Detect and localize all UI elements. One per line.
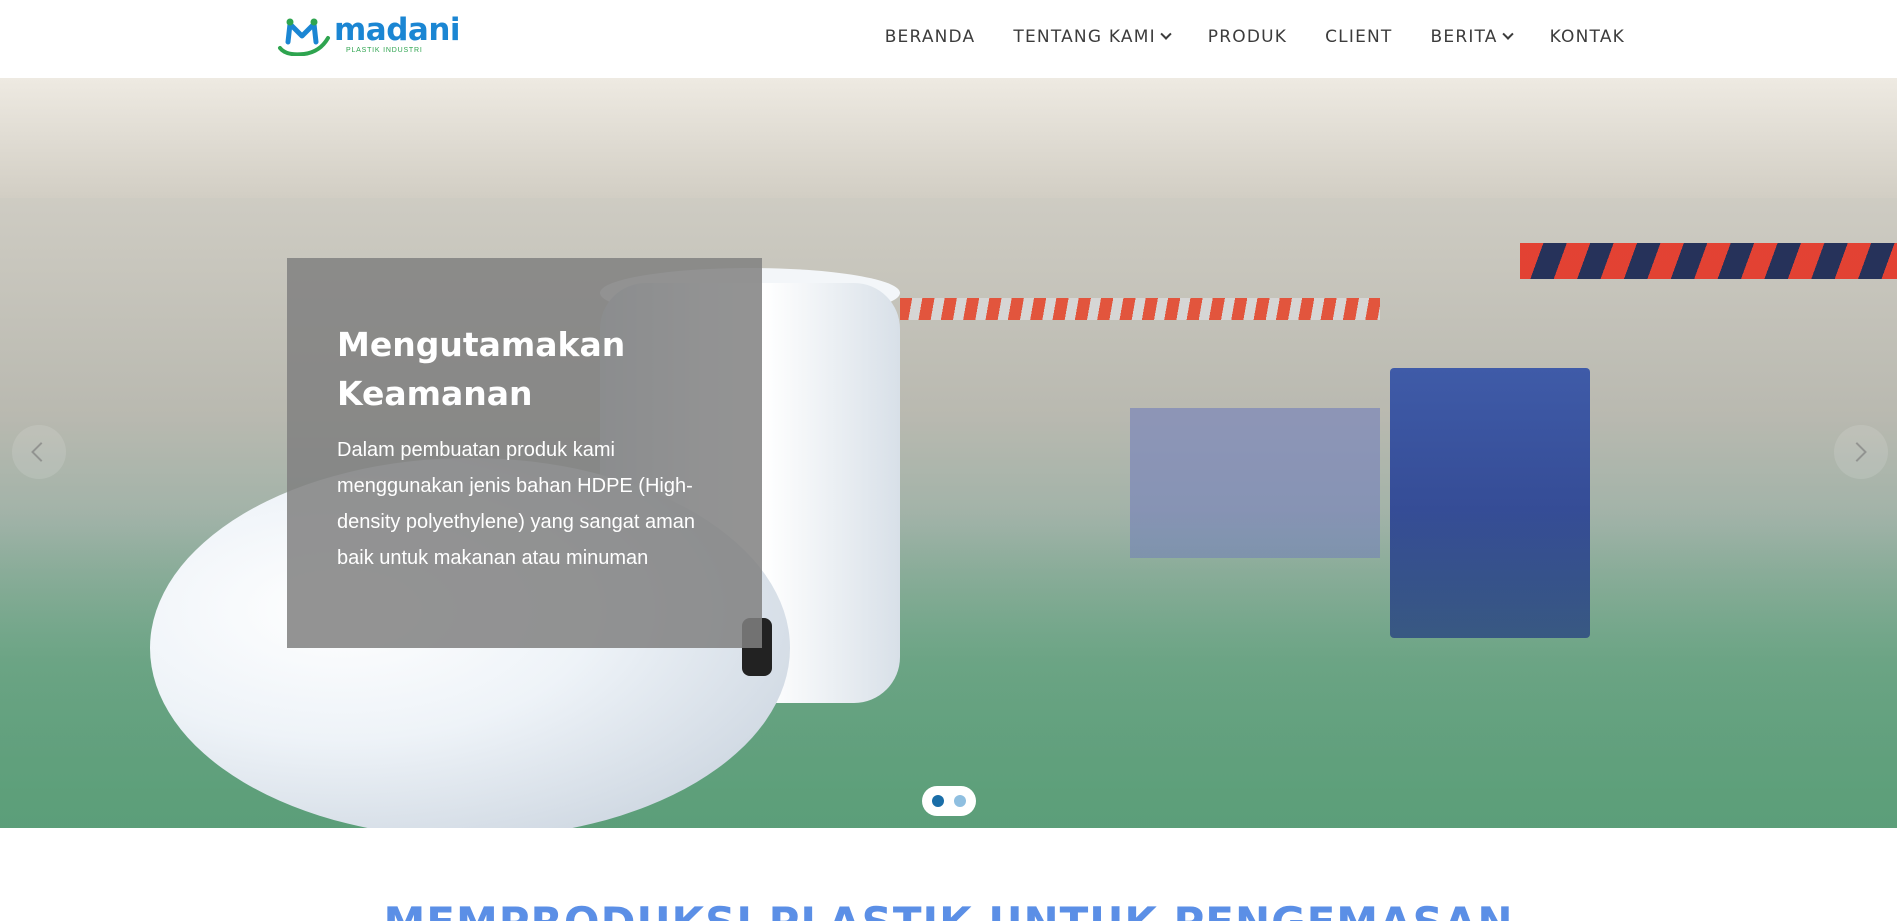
- nav-item-beranda[interactable]: BERANDA: [885, 27, 976, 47]
- hero-carousel: Mengutamakan Keamanan Dalam pembuatan pr…: [0, 78, 1897, 828]
- carousel-indicators: [922, 786, 976, 816]
- slide-title: Mengutamakan Keamanan: [337, 325, 626, 413]
- section-heading: MEMPRODUKSI PLASTIK UNTUK PENGEMASAN: [0, 898, 1897, 921]
- nav-item-tentang-kami[interactable]: TENTANG KAMI: [1013, 27, 1172, 47]
- factory-stripe-shape: [900, 298, 1380, 320]
- nav-label: BERANDA: [884, 27, 976, 47]
- carousel-dot-1[interactable]: [932, 795, 944, 807]
- brand-logo[interactable]: madani PLASTIK INDUSTRI: [276, 12, 461, 58]
- site-header: madani PLASTIK INDUSTRI BERANDA TENTANG …: [0, 0, 1897, 78]
- nav-item-client[interactable]: CLIENT: [1325, 27, 1392, 47]
- nav-label: CLIENT: [1325, 27, 1393, 47]
- carousel-dot-2[interactable]: [954, 795, 966, 807]
- slide-caption: Mengutamakan Keamanan Dalam pembuatan pr…: [287, 258, 762, 648]
- carousel-prev-button[interactable]: [12, 425, 66, 479]
- factory-background: [0, 78, 1897, 198]
- chevron-down-icon: [1160, 28, 1172, 40]
- main-nav: BERANDA TENTANG KAMI PRODUK CLIENT BERIT…: [847, 27, 1625, 47]
- nav-label: KONTAK: [1549, 27, 1625, 47]
- nav-item-berita[interactable]: BERITA: [1430, 27, 1514, 47]
- nav-item-kontak[interactable]: KONTAK: [1550, 27, 1625, 47]
- nav-item-produk[interactable]: PRODUK: [1208, 27, 1287, 47]
- chevron-down-icon: [1501, 28, 1514, 40]
- nav-label: BERITA: [1430, 27, 1498, 47]
- brand-tagline: PLASTIK INDUSTRI: [346, 47, 423, 54]
- nav-label: TENTANG KAMI: [1013, 27, 1156, 47]
- brand-name: madani: [334, 12, 461, 48]
- carousel-next-button[interactable]: [1834, 425, 1888, 479]
- factory-stripe-shape: [1520, 243, 1897, 279]
- chevron-left-icon: [31, 442, 51, 462]
- chevron-right-icon: [1847, 442, 1867, 462]
- madani-logo-icon: [278, 18, 330, 56]
- slide-description: Dalam pembuatan produk kami menggunakan …: [337, 439, 696, 569]
- nav-label: PRODUK: [1207, 27, 1288, 47]
